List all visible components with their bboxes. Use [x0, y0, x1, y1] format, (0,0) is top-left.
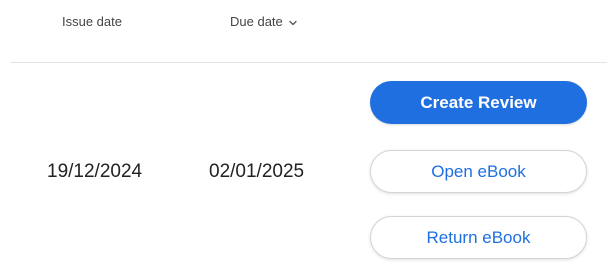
loan-table: Issue date Due date 19/12/2024 02/01/202… — [0, 0, 609, 272]
header-divider — [10, 62, 607, 63]
issue-date-header-label: Issue date — [62, 14, 122, 29]
chevron-down-icon — [288, 18, 298, 28]
due-date-value: 02/01/2025 — [209, 161, 305, 182]
table-header-row: Issue date Due date — [0, 0, 609, 58]
create-review-button[interactable]: Create Review — [370, 81, 587, 124]
due-date-sort-header[interactable]: Due date — [230, 14, 298, 30]
return-ebook-button[interactable]: Return eBook — [370, 216, 587, 259]
issue-date-value: 19/12/2024 — [47, 161, 143, 182]
due-date-header-label: Due date — [230, 14, 283, 29]
open-ebook-button[interactable]: Open eBook — [370, 150, 587, 193]
issue-date-header: Issue date — [62, 14, 122, 30]
